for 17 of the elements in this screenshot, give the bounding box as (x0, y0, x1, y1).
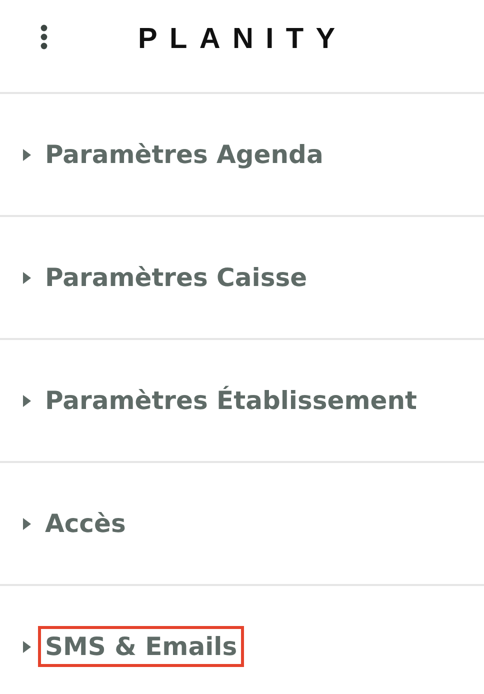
caret-icon (22, 640, 32, 654)
menu-item-label: Paramètres Agenda (44, 139, 324, 171)
menu-item[interactable]: Paramètres Caisse (0, 217, 484, 340)
menu-item[interactable]: Paramètres Agenda (0, 94, 484, 217)
caret-icon (22, 270, 32, 284)
menu-item[interactable]: Accès (0, 463, 484, 586)
more-icon (40, 24, 48, 50)
menu-item-label: Accès (44, 508, 127, 540)
menu-item-label: Paramètres Caisse (44, 262, 308, 294)
logo: PLANITY (138, 22, 348, 56)
menu-item-label: Paramètres Établissement (44, 384, 418, 417)
menu-item[interactable]: SMS & Emails (0, 586, 484, 694)
menu-item[interactable]: Paramètres Établissement (0, 340, 484, 463)
caret-icon (22, 394, 32, 408)
caret-icon (22, 516, 32, 530)
caret-icon (22, 148, 32, 162)
menu-item-label: SMS & Emails (38, 626, 244, 667)
